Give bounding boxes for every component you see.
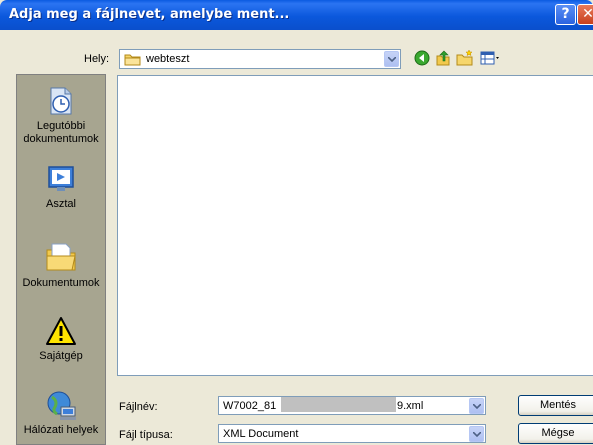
places-bar: Legutóbbi dokumentumok Asztal Dokumentum… xyxy=(16,74,106,445)
location-value: webteszt xyxy=(146,53,190,65)
cancel-button[interactable]: Mégse xyxy=(518,423,593,444)
back-icon[interactable] xyxy=(414,50,430,66)
help-icon: ? xyxy=(561,6,570,22)
window-title: Adja meg a fájlnevet, amelybe ment... xyxy=(9,7,290,22)
close-icon: ✕ xyxy=(582,6,593,22)
place-my-computer[interactable]: Sajátgép xyxy=(17,315,105,363)
title-bar: Adja meg a fájlnevet, amelybe ment... ? … xyxy=(0,0,593,30)
place-desktop[interactable]: Asztal xyxy=(17,163,105,211)
folder-icon xyxy=(124,54,141,66)
place-label: Hálózati helyek xyxy=(23,424,99,436)
warning-icon xyxy=(46,317,76,345)
filename-value-start: W7002_81 xyxy=(223,400,277,412)
recent-documents-icon xyxy=(50,87,72,115)
location-combobox[interactable]: webteszt xyxy=(119,49,401,69)
place-network[interactable]: Hálózati helyek xyxy=(17,389,105,437)
filename-value-end: 9.xml xyxy=(397,400,424,412)
place-label: Asztal xyxy=(46,198,76,210)
chevron-down-icon xyxy=(388,57,396,62)
place-my-documents[interactable]: Dokumentumok xyxy=(17,240,105,290)
filename-dropdown-button[interactable] xyxy=(469,398,484,414)
place-label: Sajátgép xyxy=(39,350,83,362)
place-recent-documents[interactable]: Legutóbbi dokumentumok xyxy=(17,85,105,146)
filename-label: Fájlnév: xyxy=(119,401,158,413)
up-folder-icon[interactable] xyxy=(435,50,451,66)
view-menu-icon[interactable] xyxy=(480,50,500,66)
file-list[interactable] xyxy=(117,75,593,376)
my-documents-icon xyxy=(46,243,76,271)
chevron-down-icon xyxy=(473,404,481,409)
filetype-value: XML Document xyxy=(223,428,299,440)
chevron-down-icon xyxy=(473,432,481,437)
location-label: Hely: xyxy=(84,53,110,65)
new-folder-icon[interactable] xyxy=(456,50,474,66)
location-dropdown-button[interactable] xyxy=(384,51,399,67)
filetype-dropdown-button[interactable] xyxy=(469,426,484,442)
desktop-icon xyxy=(48,166,74,191)
place-label: Dokumentumok xyxy=(22,277,100,289)
filetype-select[interactable]: XML Document xyxy=(218,424,486,443)
close-button[interactable]: ✕ xyxy=(577,4,593,25)
filetype-label: Fájl típusa: xyxy=(119,429,173,441)
network-places-icon xyxy=(47,391,76,420)
redaction-block xyxy=(281,397,396,412)
save-button[interactable]: Mentés xyxy=(518,395,593,416)
help-button[interactable]: ? xyxy=(555,4,576,25)
place-label: Legutóbbi dokumentumok xyxy=(23,120,99,145)
